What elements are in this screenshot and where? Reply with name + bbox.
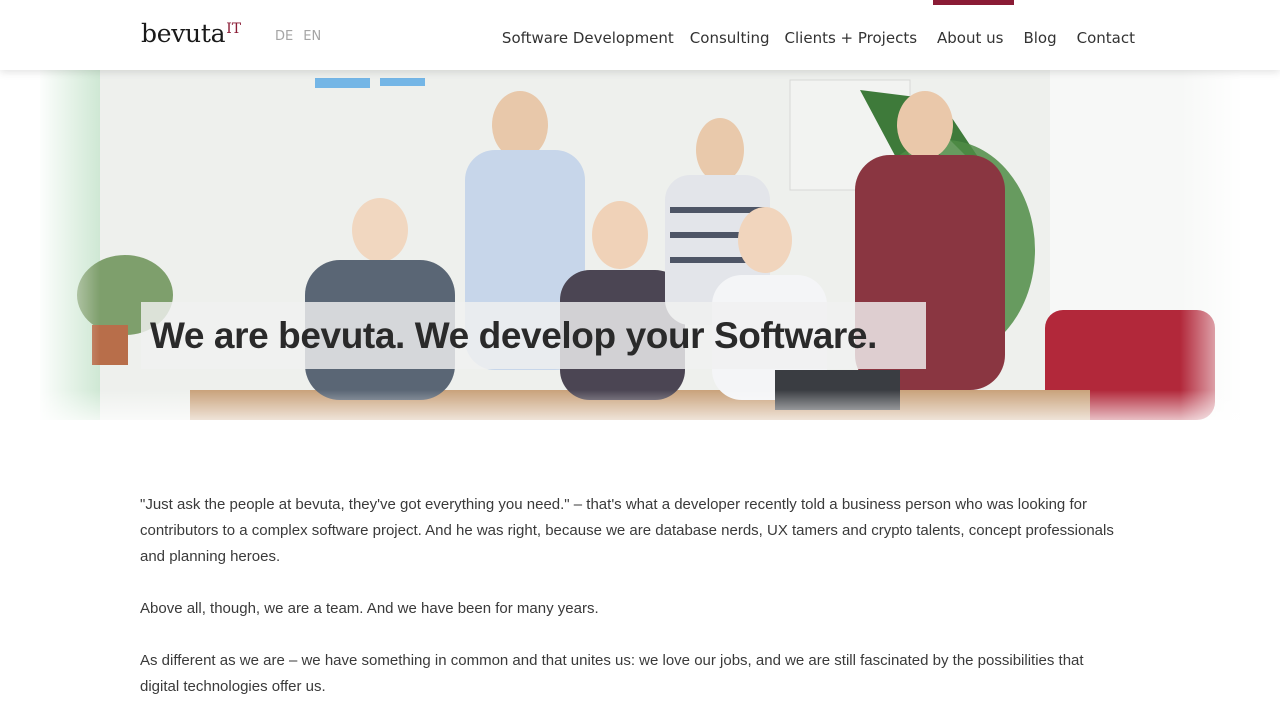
nav-blog[interactable]: Blog bbox=[1023, 27, 1056, 49]
nav-contact[interactable]: Contact bbox=[1077, 27, 1135, 49]
hero-headline: We are bevuta. We develop your Software. bbox=[150, 315, 877, 356]
lang-de-link[interactable]: DE bbox=[275, 27, 293, 47]
intro-paragraph-1: "Just ask the people at bevuta, they've … bbox=[140, 496, 1114, 565]
active-nav-indicator bbox=[933, 0, 1014, 5]
logo-superscript: IT bbox=[226, 21, 242, 37]
nav-clients-projects[interactable]: Clients + Projects bbox=[785, 27, 917, 49]
nav-consulting[interactable]: Consulting bbox=[690, 27, 770, 49]
nav-about-us[interactable]: About us bbox=[937, 27, 1003, 49]
language-switcher: DE EN bbox=[272, 27, 324, 47]
site-header: bevuta IT DE EN Software Development Con… bbox=[0, 0, 1280, 70]
bevuta-logo[interactable]: bevuta IT bbox=[141, 20, 241, 48]
hero-banner: We are bevuta. We develop your Software. bbox=[40, 70, 1240, 420]
intro-content: "Just ask the people at bevuta, they've … bbox=[140, 492, 1125, 726]
intro-paragraph-3: As different as we are – we have somethi… bbox=[140, 652, 1084, 695]
main-nav: Software Development Consulting Clients … bbox=[502, 27, 1135, 49]
intro-paragraph-2: Above all, though, we are a team. And we… bbox=[140, 600, 599, 617]
lang-en-link[interactable]: EN bbox=[303, 27, 321, 47]
nav-software-development[interactable]: Software Development bbox=[502, 27, 674, 49]
logo-wordmark: bevuta bbox=[141, 19, 226, 48]
